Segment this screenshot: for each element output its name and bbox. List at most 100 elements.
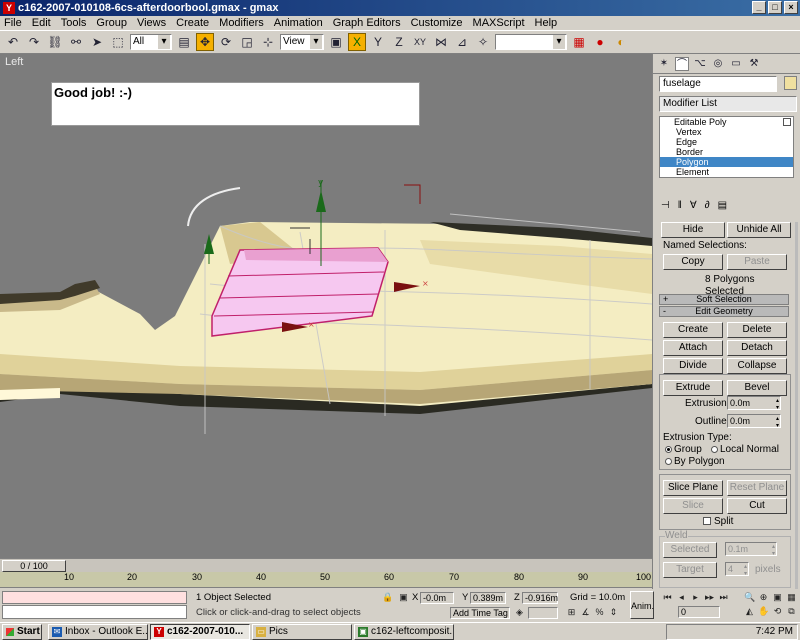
viewport-label[interactable]: Left [5, 56, 23, 68]
zoom-extents-all-icon[interactable]: ▦ [786, 592, 797, 603]
move-icon[interactable]: ✥ [196, 33, 214, 51]
timeline-ruler[interactable]: 10 20 30 40 50 60 70 80 90 100 [0, 572, 652, 588]
previous-frame-icon[interactable]: ◂ [676, 592, 687, 603]
hierarchy-tab-icon[interactable]: ⌥ [693, 57, 707, 71]
make-unique-icon[interactable]: ∀ [690, 200, 697, 211]
current-frame-field[interactable]: 0 [678, 606, 720, 618]
x-axis-icon[interactable]: X [348, 33, 366, 51]
percent-snap-icon[interactable]: % [594, 607, 605, 618]
copy-button[interactable]: Copy [663, 254, 723, 270]
object-name-input[interactable]: fuselage [659, 76, 777, 92]
start-button[interactable]: Start [2, 624, 42, 640]
snap-icon[interactable]: ✧ [474, 33, 492, 51]
menu-help[interactable]: Help [535, 16, 558, 30]
menu-customize[interactable]: Customize [411, 16, 463, 30]
collapse-button[interactable]: Collapse [727, 358, 787, 374]
redo-icon[interactable]: ↷ [25, 33, 43, 51]
add-time-tag-button[interactable]: Add Time Tag [450, 607, 510, 619]
stack-toggle-checkbox[interactable] [783, 118, 791, 126]
utilities-tab-icon[interactable]: ⚒ [747, 57, 761, 71]
link-icon[interactable]: ⛓ [46, 33, 64, 51]
quick-render-icon[interactable]: ◐ [612, 33, 630, 51]
create-tab-icon[interactable]: ✶ [657, 57, 671, 71]
render-teapot-icon[interactable]: ● [591, 33, 609, 51]
target-pixels-spinner[interactable]: 4 [725, 562, 749, 577]
select-arrow-icon[interactable]: ➤ [88, 33, 106, 51]
soft-selection-rollout[interactable]: + Soft Selection [659, 294, 789, 305]
bevel-button[interactable]: Bevel [727, 380, 787, 396]
selection-filter-dropdown[interactable]: All [130, 34, 172, 50]
detach-button[interactable]: Detach [727, 340, 787, 356]
select-by-name-icon[interactable]: ▤ [175, 33, 193, 51]
angle-snap-icon[interactable]: ∡ [580, 607, 591, 618]
outline-spinner[interactable]: 0.0m [727, 414, 781, 429]
extrusion-spinner[interactable]: 0.0m [727, 396, 781, 411]
pivot-icon[interactable]: ⊹ [259, 33, 277, 51]
y-coord-field[interactable]: 0.389m [470, 592, 506, 604]
remove-modifier-icon[interactable]: ∂ [705, 200, 710, 211]
local-normal-radio[interactable]: Local Normal [711, 444, 779, 456]
menu-file[interactable]: File [4, 16, 22, 30]
animate-button[interactable]: Anim. [630, 591, 654, 619]
motion-tab-icon[interactable]: ◎ [711, 57, 725, 71]
by-polygon-radio[interactable]: By Polygon [665, 456, 725, 468]
x-coord-field[interactable]: -0.0m [420, 592, 454, 604]
maximize-button[interactable]: □ [768, 1, 782, 14]
undo-icon[interactable]: ↶ [4, 33, 22, 51]
next-frame-icon[interactable]: ▸▸ [704, 592, 715, 603]
group-radio[interactable]: Group [665, 444, 702, 456]
split-checkbox[interactable]: Split [703, 516, 733, 528]
play-icon[interactable]: ▸ [690, 592, 701, 603]
stack-item-vertex[interactable]: Vertex [660, 127, 793, 137]
menu-group[interactable]: Group [96, 16, 127, 30]
menu-tools[interactable]: Tools [61, 16, 87, 30]
stack-item-editable-poly[interactable]: Editable Poly [660, 117, 793, 127]
maxscript-input[interactable] [2, 605, 187, 619]
lock-selection-icon[interactable]: 🔒 [382, 592, 393, 603]
display-tab-icon[interactable]: ▭ [729, 57, 743, 71]
y-axis-icon[interactable]: Y [369, 33, 387, 51]
time-slider-thumb[interactable]: 0 / 100 [2, 560, 66, 572]
reference-coordinate-dropdown[interactable]: View [280, 34, 324, 50]
zoom-icon[interactable]: 🔍 [744, 592, 755, 603]
divide-button[interactable]: Divide [663, 358, 723, 374]
z-axis-icon[interactable]: Z [390, 33, 408, 51]
spinner-snap-icon[interactable]: ⇕ [608, 607, 619, 618]
menu-animation[interactable]: Animation [274, 16, 323, 30]
menu-create[interactable]: Create [176, 16, 209, 30]
create-button[interactable]: Create [663, 322, 723, 338]
menu-modifiers[interactable]: Modifiers [219, 16, 264, 30]
task-gmax[interactable]: Yc162-2007-010... [150, 624, 250, 640]
mirror-icon[interactable]: ⋈ [432, 33, 450, 51]
snap-toggle-icon[interactable]: ⊞ [566, 607, 577, 618]
configure-sets-icon[interactable]: ▤ [718, 200, 727, 211]
task-composite[interactable]: ▣ c162-leftcomposit... [354, 624, 454, 640]
cut-button[interactable]: Cut [727, 498, 787, 514]
scale-icon[interactable]: ◲ [238, 33, 256, 51]
pin-stack-icon[interactable]: ⊣ [661, 200, 670, 211]
go-to-end-icon[interactable]: ⏭ [718, 592, 729, 603]
paste-button[interactable]: Paste [727, 254, 787, 270]
z-coord-field[interactable]: -0.916m [522, 592, 558, 604]
show-end-result-icon[interactable]: ‖ [678, 200, 682, 211]
rotate-icon[interactable]: ⟳ [217, 33, 235, 51]
menu-views[interactable]: Views [137, 16, 166, 30]
stack-item-border[interactable]: Border [660, 147, 793, 157]
pivot-center-icon[interactable]: ▣ [327, 33, 345, 51]
key-field[interactable] [528, 607, 558, 619]
named-selection-dropdown[interactable] [495, 34, 567, 50]
stack-item-polygon[interactable]: Polygon [660, 157, 793, 167]
zoom-extents-icon[interactable]: ▣ [772, 592, 783, 603]
attach-button[interactable]: Attach [663, 340, 723, 356]
xy-plane-icon[interactable]: XY [411, 33, 429, 51]
menu-maxscript[interactable]: MAXScript [473, 16, 525, 30]
delete-button[interactable]: Delete [727, 322, 787, 338]
menu-edit[interactable]: Edit [32, 16, 51, 30]
command-panel-scrollbar[interactable] [795, 222, 798, 590]
weld-selected-button[interactable]: Selected [663, 542, 717, 558]
close-button[interactable]: × [784, 1, 798, 14]
task-outlook[interactable]: ✉ Inbox - Outlook E... [48, 624, 148, 640]
unlink-icon[interactable]: ⚯ [67, 33, 85, 51]
zoom-all-icon[interactable]: ⊕ [758, 592, 769, 603]
stack-item-element[interactable]: Element [660, 167, 793, 177]
